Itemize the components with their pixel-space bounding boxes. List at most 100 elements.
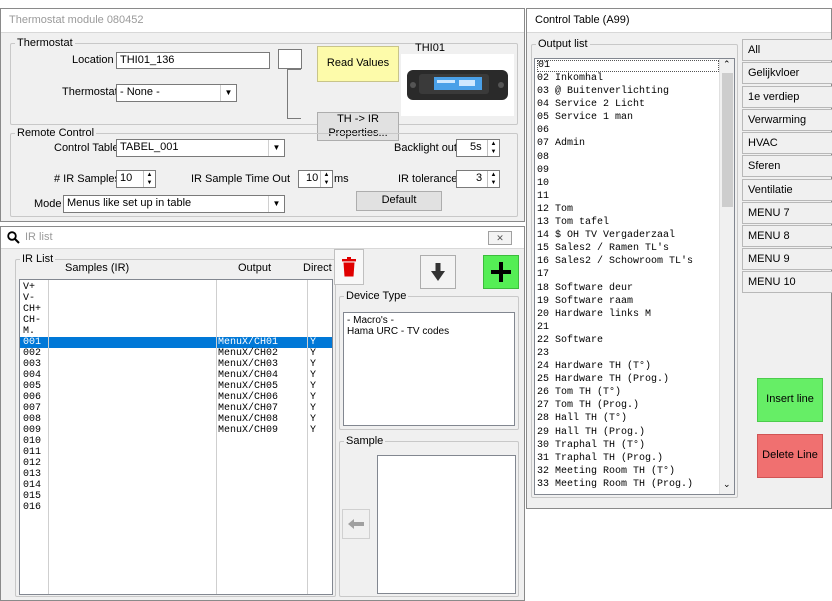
category-button[interactable]: 1e verdiep xyxy=(742,86,832,108)
ir-timeout-spinner[interactable]: 10 ▲ ▼ xyxy=(298,170,333,188)
ir-list-row[interactable]: 001 MenuX/CH01 Y xyxy=(20,337,332,348)
ir-list-titlebar[interactable]: IR list ✕ xyxy=(1,227,524,249)
ir-list-row[interactable]: 011 xyxy=(20,447,332,458)
output-list-item[interactable]: 33 Meeting Room TH (Prog.) xyxy=(537,478,734,491)
chevron-down-icon[interactable]: ⌄ xyxy=(723,480,731,490)
output-list-item[interactable]: 24 Hardware TH (T°) xyxy=(537,360,734,373)
output-list-item[interactable]: 15 Sales2 / Ramen TL's xyxy=(537,242,734,255)
insert-line-button[interactable]: Insert line xyxy=(757,378,823,422)
ir-list[interactable]: V+ V- CH+ CH- M. 001 MenuX/CH01 Y 002 MenuX/CH02 Y… xyxy=(19,279,333,595)
output-list-item[interactable]: 11 xyxy=(537,190,734,203)
ir-tolerance-spinner[interactable]: 3 ▲ ▼ xyxy=(456,170,500,188)
output-list-item[interactable]: 29 Hall TH (Prog.) xyxy=(537,426,734,439)
output-list-item[interactable]: 23 xyxy=(537,347,734,360)
move-down-button[interactable] xyxy=(420,255,456,289)
output-list-item[interactable]: 32 Meeting Room TH (T°) xyxy=(537,465,734,478)
output-list-item[interactable]: 22 Software xyxy=(537,334,734,347)
read-values-button[interactable]: Read Values xyxy=(317,46,399,82)
chevron-up-icon[interactable]: ⌃ xyxy=(723,60,731,70)
output-list-item[interactable]: 02 Inkomhal xyxy=(537,72,734,85)
output-list-item[interactable]: 26 Tom TH (T°) xyxy=(537,386,734,399)
chevron-down-icon[interactable]: ▼ xyxy=(220,85,236,101)
ir-list-row[interactable]: 005 MenuX/CH05 Y xyxy=(20,381,332,392)
device-type-item[interactable]: Hama URC - TV codes xyxy=(347,326,511,337)
output-list-item[interactable]: 31 Traphal TH (Prog.) xyxy=(537,452,734,465)
output-list-item[interactable]: 25 Hardware TH (Prog.) xyxy=(537,373,734,386)
spinner-arrows-icon[interactable]: ▲ ▼ xyxy=(487,140,499,156)
output-list-item[interactable]: 16 Sales2 / Schowroom TL's xyxy=(537,255,734,268)
mode-select[interactable]: Menus like set up in table ▼ xyxy=(63,195,285,213)
ir-list-row[interactable]: CH- xyxy=(20,315,332,326)
ir-list-row[interactable]: V- xyxy=(20,293,332,304)
ir-samples-spinner[interactable]: 10 ▲ ▼ xyxy=(116,170,156,188)
output-list-item[interactable]: 17 xyxy=(537,268,734,281)
ir-list-row[interactable]: 013 xyxy=(20,469,332,480)
delete-button[interactable] xyxy=(334,249,364,285)
device-type-item[interactable]: - Macro's - xyxy=(347,315,511,326)
move-left-button[interactable] xyxy=(342,509,370,539)
output-list[interactable]: 01 02 Inkomhal 03 @ Buitenverlichting 04 Se… xyxy=(534,58,735,495)
spinner-arrows-icon[interactable]: ▲ ▼ xyxy=(320,171,332,187)
default-button[interactable]: Default xyxy=(356,191,442,211)
ir-list-row[interactable]: 006 MenuX/CH06 Y xyxy=(20,392,332,403)
device-type-list[interactable]: - Macro's - Hama URC - TV codes xyxy=(343,312,515,426)
ir-list-row[interactable]: M. xyxy=(20,326,332,337)
spinner-arrows-icon[interactable]: ▲ ▼ xyxy=(143,171,155,187)
ir-list-row[interactable]: CH+ xyxy=(20,304,332,315)
output-list-item[interactable]: 01 xyxy=(537,60,719,72)
output-list-item[interactable]: 21 xyxy=(537,321,734,334)
control-table-titlebar[interactable]: Control Table (A99) xyxy=(527,9,831,33)
spinner-arrows-icon[interactable]: ▲ ▼ xyxy=(487,171,499,187)
chevron-down-icon[interactable]: ▼ xyxy=(268,196,284,212)
output-list-item[interactable]: 10 xyxy=(537,177,734,190)
close-icon[interactable]: ✕ xyxy=(488,231,512,245)
delete-line-button[interactable]: Delete Line xyxy=(757,434,823,478)
output-list-item[interactable]: 30 Traphal TH (T°) xyxy=(537,439,734,452)
backlight-spinner[interactable]: 5s ▲ ▼ xyxy=(456,139,500,157)
category-button[interactable]: Verwarming xyxy=(742,109,832,131)
category-button[interactable]: MENU 10 xyxy=(742,271,832,293)
ir-list-row[interactable]: 002 MenuX/CH02 Y xyxy=(20,348,332,359)
ir-list-row[interactable]: 003 MenuX/CH03 Y xyxy=(20,359,332,370)
output-list-item[interactable]: 06 xyxy=(537,124,734,137)
output-list-item[interactable]: 18 Software deur xyxy=(537,282,734,295)
output-list-item[interactable]: 04 Service 2 Licht xyxy=(537,98,734,111)
output-list-item[interactable]: 08 xyxy=(537,151,734,164)
category-button[interactable]: HVAC xyxy=(742,132,832,154)
output-list-item[interactable]: 07 Admin xyxy=(537,137,734,150)
output-list-item[interactable]: 14 $ OH TV Vergaderzaal xyxy=(537,229,734,242)
output-list-item[interactable]: 19 Software raam xyxy=(537,295,734,308)
ir-list-row[interactable]: 007 MenuX/CH07 Y xyxy=(20,403,332,414)
output-list-item[interactable]: 05 Service 1 man xyxy=(537,111,734,124)
ir-list-row[interactable]: 009 MenuX/CH09 Y xyxy=(20,425,332,436)
category-button[interactable]: Sferen xyxy=(742,155,832,177)
output-list-item[interactable]: 27 Tom TH (Prog.) xyxy=(537,399,734,412)
ir-list-row[interactable]: V+ xyxy=(20,282,332,293)
location-input[interactable]: THI01_136 xyxy=(116,52,270,69)
output-list-item[interactable]: 28 Hall TH (T°) xyxy=(537,412,734,425)
thermostat-select[interactable]: - None - ▼ xyxy=(116,84,237,102)
chevron-down-icon[interactable]: ▼ xyxy=(268,140,284,156)
category-button[interactable]: Gelijkvloer xyxy=(742,62,832,84)
control-table-select[interactable]: TABEL_001 ▼ xyxy=(116,139,285,157)
category-button[interactable]: MENU 8 xyxy=(742,225,832,247)
ir-list-row[interactable]: 010 xyxy=(20,436,332,447)
ir-list-row[interactable]: 016 xyxy=(20,502,332,513)
output-list-scrollbar[interactable]: ⌃ ⌄ xyxy=(719,59,734,494)
output-list-item[interactable]: 09 xyxy=(537,164,734,177)
ir-list-row[interactable]: 012 xyxy=(20,458,332,469)
output-list-item[interactable]: 03 @ Buitenverlichting xyxy=(537,85,734,98)
category-button[interactable]: MENU 7 xyxy=(742,202,832,224)
ir-list-row[interactable]: 015 xyxy=(20,491,332,502)
category-button[interactable]: All xyxy=(742,39,832,61)
category-button[interactable]: Ventilatie xyxy=(742,179,832,201)
output-list-item[interactable]: 13 Tom tafel xyxy=(537,216,734,229)
add-button[interactable] xyxy=(483,255,519,289)
output-list-item[interactable]: 12 Tom xyxy=(537,203,734,216)
category-button[interactable]: MENU 9 xyxy=(742,248,832,270)
ir-list-row[interactable]: 008 MenuX/CH08 Y xyxy=(20,414,332,425)
sample-box[interactable] xyxy=(377,455,516,594)
scroll-thumb[interactable] xyxy=(722,73,733,207)
output-list-item[interactable]: 20 Hardware links M xyxy=(537,308,734,321)
ir-list-row[interactable]: 004 MenuX/CH04 Y xyxy=(20,370,332,381)
